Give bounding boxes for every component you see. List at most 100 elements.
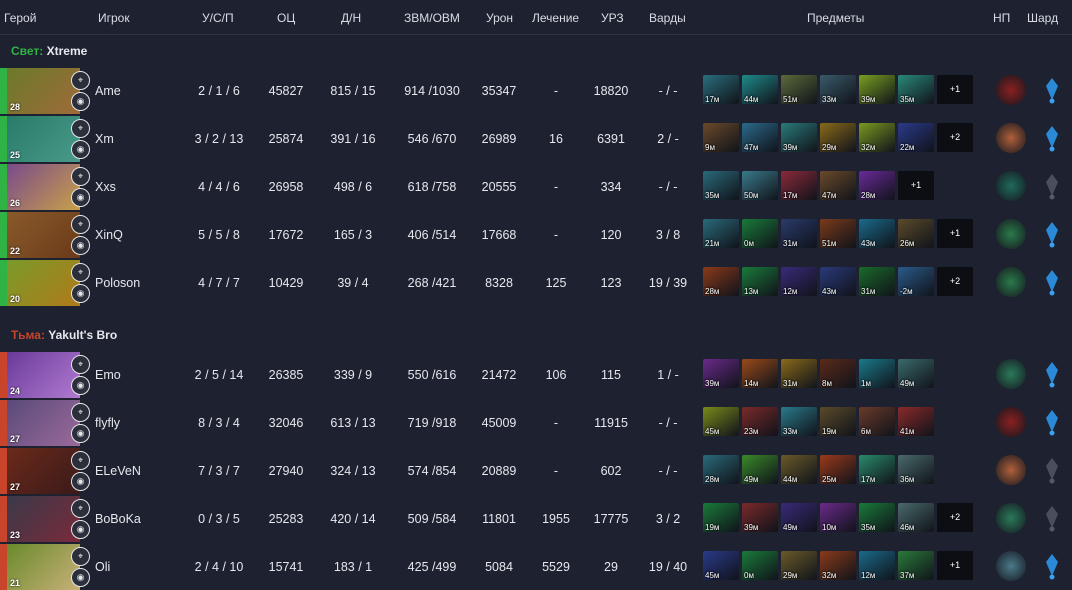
col-hero[interactable]: Герой xyxy=(4,11,36,25)
player-name[interactable]: Emo xyxy=(95,368,121,382)
neutral-item-icon[interactable] xyxy=(996,171,1026,201)
item-icon[interactable]: 35м xyxy=(898,75,934,104)
neutral-item-icon[interactable] xyxy=(996,551,1026,581)
table-row[interactable]: 27 ⌖ ◉ flyfly 8 / 3 / 4 32046 613 / 13 719 /918… xyxy=(0,400,1072,446)
hero-portrait[interactable]: 20 xyxy=(7,260,80,306)
hero-portrait[interactable]: 27 xyxy=(7,400,80,446)
more-items-badge[interactable]: +1 xyxy=(937,219,973,248)
item-icon[interactable]: 28м xyxy=(859,171,895,200)
table-row[interactable]: 27 ⌖ ◉ ELeVeN 7 / 3 / 7 27940 324 / 13 574 /854… xyxy=(0,448,1072,494)
item-icon[interactable]: 45м xyxy=(703,551,739,580)
player-name[interactable]: flyfly xyxy=(95,416,120,430)
item-icon[interactable]: 28м xyxy=(703,267,739,296)
player-name[interactable]: Poloson xyxy=(95,276,140,290)
neutral-item-icon[interactable] xyxy=(996,455,1026,485)
table-row[interactable]: 24 ⌖ ◉ Emo 2 / 5 / 14 26385 339 / 9 550 /616 214… xyxy=(0,352,1072,398)
item-icon[interactable]: 41м xyxy=(898,407,934,436)
hero-portrait[interactable]: 27 xyxy=(7,448,80,494)
item-icon[interactable]: 0м xyxy=(742,219,778,248)
table-row[interactable]: 23 ⌖ ◉ BoBoKa 0 / 3 / 5 25283 420 / 14 509 /584… xyxy=(0,496,1072,542)
player-name[interactable]: ELeVeN xyxy=(95,464,141,478)
item-icon[interactable]: 35м xyxy=(703,171,739,200)
table-row[interactable]: 21 ⌖ ◉ Oli 2 / 4 / 10 15741 183 / 1 425 /499 508… xyxy=(0,544,1072,590)
col-heal[interactable]: Лечение xyxy=(532,11,579,25)
player-name[interactable]: BoBoKa xyxy=(95,512,141,526)
item-icon[interactable]: 29м xyxy=(820,123,856,152)
item-icon[interactable]: 21м xyxy=(703,219,739,248)
hero-portrait[interactable]: 26 xyxy=(7,164,80,210)
item-icon[interactable]: 10м xyxy=(820,503,856,532)
more-items-badge[interactable]: +2 xyxy=(937,267,973,296)
item-icon[interactable]: 25м xyxy=(820,455,856,484)
item-icon[interactable]: 32м xyxy=(859,123,895,152)
item-icon[interactable]: 50м xyxy=(742,171,778,200)
hero-portrait[interactable]: 23 xyxy=(7,496,80,542)
item-icon[interactable]: 8м xyxy=(820,359,856,388)
item-icon[interactable]: 43м xyxy=(859,219,895,248)
item-icon[interactable]: 49м xyxy=(898,359,934,388)
item-icon[interactable]: 0м xyxy=(742,551,778,580)
item-icon[interactable]: 36м xyxy=(898,455,934,484)
more-items-badge[interactable]: +2 xyxy=(937,123,973,152)
item-icon[interactable]: 12м xyxy=(859,551,895,580)
table-row[interactable]: 28 ⌖ ◉ Ame 2 / 1 / 6 45827 815 / 15 914 /1030 35… xyxy=(0,68,1072,114)
item-icon[interactable]: 17м xyxy=(703,75,739,104)
hero-portrait[interactable]: 24 xyxy=(7,352,80,398)
table-row[interactable]: 22 ⌖ ◉ XinQ 5 / 5 / 8 17672 165 / 3 406 /514 176… xyxy=(0,212,1072,258)
neutral-item-icon[interactable] xyxy=(996,407,1026,437)
player-name[interactable]: XinQ xyxy=(95,228,123,242)
item-icon[interactable]: 37м xyxy=(898,551,934,580)
item-icon[interactable]: 28м xyxy=(703,455,739,484)
hero-portrait[interactable]: 22 xyxy=(7,212,80,258)
item-icon[interactable]: 39м xyxy=(781,123,817,152)
neutral-item-icon[interactable] xyxy=(996,267,1026,297)
table-row[interactable]: 26 ⌖ ◉ Xxs 4 / 4 / 6 26958 498 / 6 618 /758 2055… xyxy=(0,164,1072,210)
item-icon[interactable]: 51м xyxy=(781,75,817,104)
item-icon[interactable]: 17м xyxy=(781,171,817,200)
item-icon[interactable]: 44м xyxy=(742,75,778,104)
item-icon[interactable]: 47м xyxy=(820,171,856,200)
more-items-badge[interactable]: +1 xyxy=(937,75,973,104)
item-icon[interactable]: 22м xyxy=(898,123,934,152)
player-name[interactable]: Xm xyxy=(95,132,114,146)
item-icon[interactable]: 45м xyxy=(703,407,739,436)
col-networth[interactable]: ОЦ xyxy=(277,11,295,25)
player-name[interactable]: Oli xyxy=(95,560,110,574)
more-items-badge[interactable]: +2 xyxy=(937,503,973,532)
neutral-item-icon[interactable] xyxy=(996,359,1026,389)
item-icon[interactable]: 46м xyxy=(898,503,934,532)
col-lhdn[interactable]: Д/Н xyxy=(341,11,361,25)
hero-portrait[interactable]: 21 xyxy=(7,544,80,590)
item-icon[interactable]: 35м xyxy=(859,503,895,532)
player-name[interactable]: Ame xyxy=(95,84,121,98)
item-icon[interactable]: 32м xyxy=(820,551,856,580)
item-icon[interactable]: 12м xyxy=(781,267,817,296)
col-wards[interactable]: Варды xyxy=(649,11,686,25)
item-icon[interactable]: 43м xyxy=(820,267,856,296)
neutral-item-icon[interactable] xyxy=(996,503,1026,533)
table-row[interactable]: 20 ⌖ ◉ Poloson 4 / 7 / 7 10429 39 / 4 268 /421 8… xyxy=(0,260,1072,306)
table-row[interactable]: 25 ⌖ ◉ Xm 3 / 2 / 13 25874 391 / 16 546 /670 269… xyxy=(0,116,1072,162)
hero-portrait[interactable]: 25 xyxy=(7,116,80,162)
item-icon[interactable]: 31м xyxy=(781,219,817,248)
item-icon[interactable]: 44м xyxy=(781,455,817,484)
neutral-item-icon[interactable] xyxy=(996,123,1026,153)
item-icon[interactable]: 39м xyxy=(859,75,895,104)
item-icon[interactable]: 33м xyxy=(820,75,856,104)
item-icon[interactable]: 14м xyxy=(742,359,778,388)
item-icon[interactable]: 17м xyxy=(859,455,895,484)
more-items-badge[interactable]: +1 xyxy=(898,171,934,200)
item-icon[interactable]: 6м xyxy=(859,407,895,436)
item-icon[interactable]: 47м xyxy=(742,123,778,152)
col-player[interactable]: Игрок xyxy=(98,11,130,25)
item-icon[interactable]: 49м xyxy=(781,503,817,532)
player-name[interactable]: Xxs xyxy=(95,180,116,194)
item-icon[interactable]: 1м xyxy=(859,359,895,388)
col-damage[interactable]: Урон xyxy=(486,11,513,25)
item-icon[interactable]: 26м xyxy=(898,219,934,248)
item-icon[interactable]: 39м xyxy=(742,503,778,532)
item-icon[interactable]: 31м xyxy=(859,267,895,296)
item-icon[interactable]: 49м xyxy=(742,455,778,484)
item-icon[interactable]: 33м xyxy=(781,407,817,436)
item-icon[interactable]: 39м xyxy=(703,359,739,388)
